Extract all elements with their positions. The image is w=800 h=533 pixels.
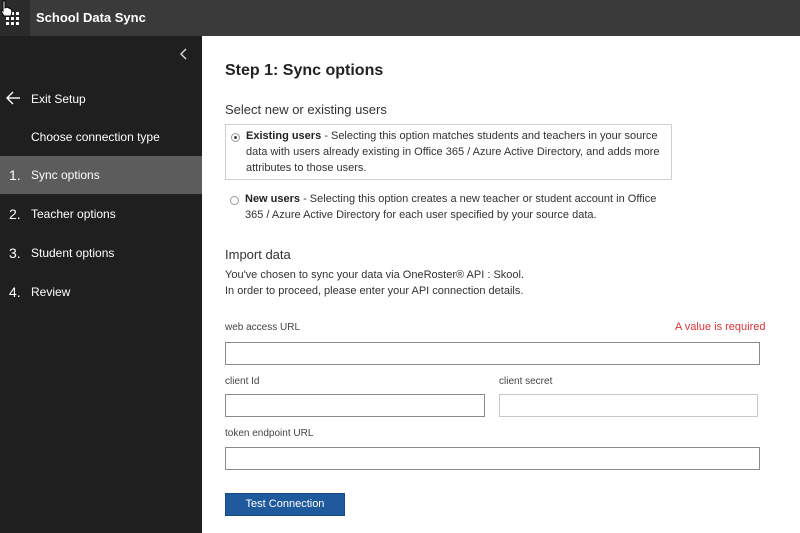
token-url-input[interactable]: [225, 447, 760, 470]
sidebar-item-choose-connection[interactable]: Choose connection type: [31, 130, 160, 144]
test-connection-button[interactable]: Test Connection: [225, 493, 345, 516]
import-section-heading: Import data: [225, 247, 291, 262]
new-users-option[interactable]: New users - Selecting this option create…: [225, 188, 672, 226]
sidebar-step-sync-options[interactable]: 1. Sync options: [0, 156, 202, 194]
step-label: Student options: [31, 246, 115, 260]
step-label: Teacher options: [31, 207, 116, 221]
web-url-label: web access URL: [225, 322, 301, 333]
hand-cursor-icon: [0, 0, 13, 17]
radio-new-users[interactable]: [230, 196, 239, 205]
option-title: New users: [245, 193, 301, 205]
radio-existing-users[interactable]: [231, 133, 240, 142]
client-id-input[interactable]: [225, 394, 485, 417]
sidebar-step-student-options[interactable]: 3. Student options: [0, 234, 202, 272]
step-label: Sync options: [31, 168, 100, 182]
step-number: 4.: [9, 284, 21, 300]
arrow-left-icon: [6, 91, 20, 105]
token-url-label: token endpoint URL: [225, 428, 314, 439]
sidebar: Exit Setup Choose connection type 1. Syn…: [0, 36, 202, 533]
sidebar-step-teacher-options[interactable]: 2. Teacher options: [0, 195, 202, 233]
app-title: School Data Sync: [36, 10, 146, 25]
required-error: A value is required: [675, 321, 766, 333]
step-number: 1.: [9, 167, 21, 183]
step-number: 2.: [9, 206, 21, 222]
client-secret-input[interactable]: [499, 394, 758, 417]
exit-setup-link[interactable]: Exit Setup: [0, 86, 202, 110]
existing-users-option[interactable]: Existing users - Selecting this option m…: [225, 124, 672, 180]
top-bar: School Data Sync: [0, 0, 800, 36]
page-title: Step 1: Sync options: [225, 62, 384, 79]
option-title: Existing users: [246, 130, 322, 142]
client-secret-label: client secret: [499, 376, 553, 387]
exit-setup-label: Exit Setup: [31, 92, 86, 106]
web-url-input[interactable]: [225, 342, 760, 365]
step-label: Review: [31, 285, 71, 299]
client-id-label: client Id: [225, 376, 260, 387]
sidebar-step-review[interactable]: 4. Review: [0, 273, 202, 311]
step-number: 3.: [9, 245, 21, 261]
chevron-left-icon[interactable]: [176, 46, 192, 62]
import-description-line-2: In order to proceed, please enter your A…: [225, 285, 524, 297]
main-panel: Step 1: Sync options Select new or exist…: [202, 36, 800, 533]
option-description: - Selecting this option creates a new te…: [245, 193, 657, 221]
import-description-line-1: You've chosen to sync your data via OneR…: [225, 269, 525, 281]
users-section-heading: Select new or existing users: [225, 102, 387, 117]
